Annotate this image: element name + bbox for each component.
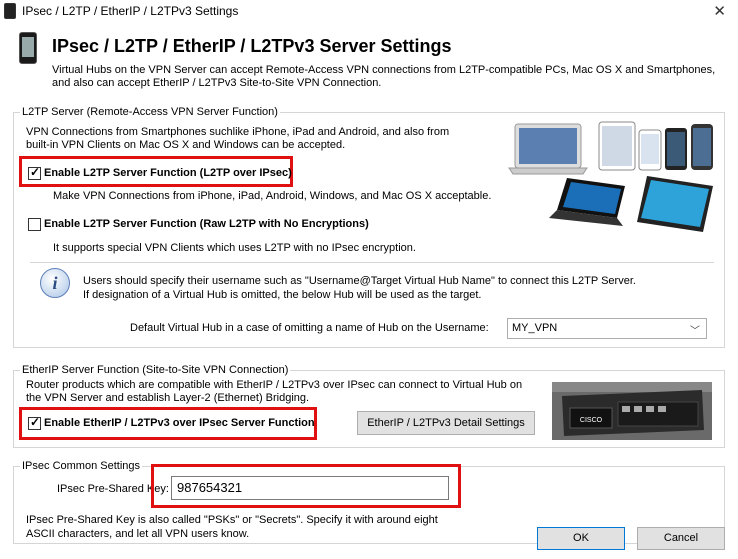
phone-icon <box>4 3 16 19</box>
devices-image <box>508 121 713 232</box>
default-hub-label: Default Virtual Hub in a case of omittin… <box>130 322 489 334</box>
page-title: IPsec / L2TP / EtherIP / L2TPv3 Server S… <box>52 36 452 56</box>
close-icon[interactable]: ✕ <box>713 2 726 20</box>
title-bar: IPsec / L2TP / EtherIP / L2TPv3 Settings… <box>0 0 738 22</box>
header-desc-line-1: Virtual Hubs on the VPN Server can accep… <box>52 64 716 76</box>
psk-note-line-1: IPsec Pre-Shared Key is also called "PSK… <box>26 514 438 526</box>
default-hub-select[interactable]: MY_VPN ﹀ <box>507 318 707 339</box>
l2tp-ipsec-description: Make VPN Connections from iPhone, iPad, … <box>53 190 492 202</box>
info-line-2: If designation of a Virtual Hub is omitt… <box>83 289 482 301</box>
etherip-checkbox[interactable] <box>28 415 41 430</box>
etherip-detail-settings-button[interactable]: EtherIP / L2TPv3 Detail Settings <box>357 411 535 435</box>
info-text: Users should specify their username such… <box>83 274 636 302</box>
l2tp-intro: VPN Connections from Smartphones suchlik… <box>26 126 449 152</box>
info-line-1: Users should specify their username such… <box>83 275 636 287</box>
chevron-down-icon: ﹀ <box>690 326 700 337</box>
l2tp-raw-checkbox[interactable] <box>28 218 41 231</box>
router-brand-label: CISCO <box>580 417 603 424</box>
divider <box>30 262 714 263</box>
l2tp-group-legend: L2TP Server (Remote-Access VPN Server Fu… <box>22 106 278 118</box>
etherip-group-legend: EtherIP Server Function (Site-to-Site VP… <box>22 364 289 376</box>
ok-button[interactable]: OK <box>537 527 625 550</box>
smartphone-icon <box>19 32 37 64</box>
psk-input[interactable]: 987654321 <box>171 476 449 500</box>
router-image: CISCO <box>552 382 712 440</box>
l2tp-intro-line-2: built-in VPN Clients on Mac OS X and Win… <box>26 139 346 151</box>
l2tp-raw-description: It supports special VPN Clients which us… <box>53 242 416 254</box>
etherip-desc-line-1: Router products which are compatible wit… <box>26 379 523 391</box>
info-icon: i <box>40 268 70 298</box>
cancel-button[interactable]: Cancel <box>637 527 725 550</box>
l2tp-ipsec-label[interactable]: Enable L2TP Server Function (L2TP over I… <box>44 167 292 179</box>
header-desc-line-2: and also can accept EtherIP / L2TPv3 Sit… <box>52 77 382 89</box>
l2tp-ipsec-checkbox[interactable] <box>28 165 41 180</box>
psk-note: IPsec Pre-Shared Key is also called "PSK… <box>26 513 438 541</box>
psk-note-line-2: ASCII characters, and let all VPN users … <box>26 528 250 540</box>
header-description: Virtual Hubs on the VPN Server can accep… <box>52 64 722 90</box>
default-hub-value: MY_VPN <box>512 322 558 334</box>
etherip-label[interactable]: Enable EtherIP / L2TPv3 over IPsec Serve… <box>44 417 315 429</box>
l2tp-raw-label[interactable]: Enable L2TP Server Function (Raw L2TP wi… <box>44 218 369 230</box>
window-title: IPsec / L2TP / EtherIP / L2TPv3 Settings <box>22 4 239 18</box>
etherip-description: Router products which are compatible wit… <box>26 379 522 405</box>
l2tp-intro-line-1: VPN Connections from Smartphones suchlik… <box>26 126 450 138</box>
etherip-desc-line-2: the VPN Server and establish Layer-2 (Et… <box>26 392 310 404</box>
ipsec-common-legend: IPsec Common Settings <box>22 460 140 472</box>
